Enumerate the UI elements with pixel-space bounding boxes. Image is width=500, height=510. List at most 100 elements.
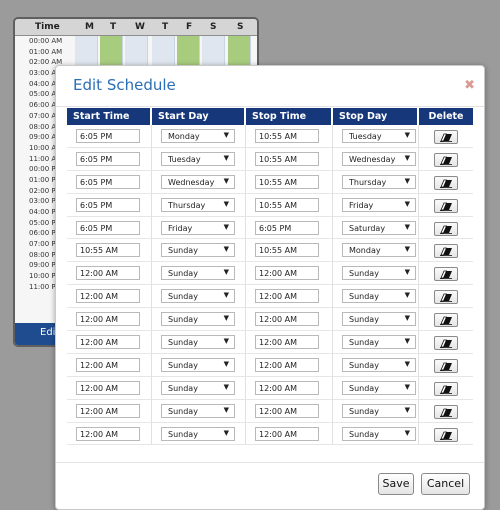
stop-day-cell: Wednesday ▼ <box>333 147 419 171</box>
start-time-input[interactable]: 6:05 PM <box>76 197 140 212</box>
delete-row-button[interactable] <box>434 358 458 373</box>
delete-cell <box>419 331 473 354</box>
start-day-value: Wednesday <box>168 177 215 187</box>
stop-day-value: Sunday <box>349 292 379 302</box>
schedule-grid-cell[interactable] <box>125 46 148 58</box>
start-day-select[interactable]: Wednesday ▼ <box>161 174 235 189</box>
stop-day-select[interactable]: Sunday ▼ <box>342 357 416 372</box>
start-day-select[interactable]: Sunday ▼ <box>161 426 235 441</box>
stop-time-input[interactable]: 12:00 AM <box>255 357 319 372</box>
stop-day-select[interactable]: Sunday ▼ <box>342 426 416 441</box>
stop-day-cell: Sunday ▼ <box>333 285 419 309</box>
stop-time-input[interactable]: 12:00 AM <box>255 380 319 395</box>
start-day-select[interactable]: Sunday ▼ <box>161 334 235 349</box>
start-time-input[interactable]: 12:00 AM <box>76 426 140 441</box>
eraser-icon <box>440 316 452 326</box>
schedule-grid-cell[interactable] <box>177 36 200 47</box>
schedule-grid-cell[interactable] <box>152 36 175 47</box>
start-time-input[interactable]: 12:00 AM <box>76 266 140 281</box>
schedule-grid-cell[interactable] <box>202 36 225 47</box>
start-time-input[interactable]: 6:05 PM <box>76 151 140 166</box>
stop-time-input[interactable]: 12:00 AM <box>255 403 319 418</box>
chevron-down-icon: ▼ <box>404 405 410 414</box>
start-day-select[interactable]: Friday ▼ <box>161 220 235 235</box>
stop-time-input[interactable]: 12:00 AM <box>255 266 319 281</box>
stop-day-select[interactable]: Sunday ▼ <box>342 403 416 418</box>
stop-day-value: Monday <box>349 246 381 256</box>
schedule-grid-cell[interactable] <box>125 36 148 47</box>
schedule-grid-cell[interactable] <box>100 36 123 47</box>
start-time-input[interactable]: 12:00 AM <box>76 380 140 395</box>
stop-time-input[interactable]: 12:00 AM <box>255 334 319 349</box>
start-time-input[interactable]: 12:00 AM <box>76 403 140 418</box>
stop-day-select[interactable]: Sunday ▼ <box>342 289 416 304</box>
delete-row-button[interactable] <box>434 404 458 419</box>
start-day-select[interactable]: Sunday ▼ <box>161 357 235 372</box>
delete-row-button[interactable] <box>434 244 458 259</box>
schedule-grid-cell[interactable] <box>75 36 98 47</box>
stop-day-select[interactable]: Sunday ▼ <box>342 334 416 349</box>
schedule-grid-cell[interactable] <box>228 36 251 47</box>
stop-time-input[interactable]: 10:55 AM <box>255 174 319 189</box>
stop-time-input[interactable]: 12:00 AM <box>255 426 319 441</box>
delete-row-button[interactable] <box>434 175 458 190</box>
schedule-row: 6:05 PM Thursday ▼ 10:55 AM Friday ▼ <box>67 193 473 217</box>
start-time-input[interactable]: 6:05 PM <box>76 128 140 143</box>
delete-row-button[interactable] <box>434 221 458 236</box>
schedule-grid-cell[interactable] <box>177 46 200 58</box>
day-header-sun: S <box>237 22 244 32</box>
delete-row-button[interactable] <box>434 152 458 167</box>
stop-day-select[interactable]: Sunday ▼ <box>342 380 416 395</box>
start-time-input[interactable]: 12:00 AM <box>76 357 140 372</box>
schedule-grid-cell[interactable] <box>202 46 225 58</box>
delete-row-button[interactable] <box>434 335 458 350</box>
delete-row-button[interactable] <box>434 198 458 213</box>
stop-day-select[interactable]: Sunday ▼ <box>342 266 416 281</box>
stop-time-input[interactable]: 12:00 AM <box>255 312 319 327</box>
start-day-select[interactable]: Sunday ▼ <box>161 289 235 304</box>
cancel-button[interactable]: Cancel <box>421 473 470 495</box>
schedule-grid-row: 01:00 AM <box>15 46 257 58</box>
start-time-input[interactable]: 12:00 AM <box>76 312 140 327</box>
stop-time-input[interactable]: 12:00 AM <box>255 289 319 304</box>
stop-time-input[interactable]: 10:55 AM <box>255 243 319 258</box>
stop-day-select[interactable]: Thursday ▼ <box>342 174 416 189</box>
schedule-grid-cell[interactable] <box>100 46 123 58</box>
stop-day-select[interactable]: Saturday ▼ <box>342 220 416 235</box>
stop-day-select[interactable]: Monday ▼ <box>342 243 416 258</box>
schedule-row: 6:05 PM Friday ▼ 6:05 PM Saturday ▼ <box>67 216 473 240</box>
start-day-select[interactable]: Sunday ▼ <box>161 312 235 327</box>
start-time-input[interactable]: 6:05 PM <box>76 220 140 235</box>
schedule-grid-cell[interactable] <box>152 46 175 58</box>
stop-day-select[interactable]: Wednesday ▼ <box>342 151 416 166</box>
schedule-grid-cell[interactable] <box>75 46 98 58</box>
delete-row-button[interactable] <box>434 313 458 328</box>
close-icon[interactable]: ✖ <box>464 78 475 93</box>
stop-day-select[interactable]: Friday ▼ <box>342 197 416 212</box>
schedule-grid-cell[interactable] <box>228 46 251 58</box>
start-day-select[interactable]: Sunday ▼ <box>161 266 235 281</box>
delete-row-button[interactable] <box>434 129 458 144</box>
stop-time-input[interactable]: 10:55 AM <box>255 128 319 143</box>
start-day-select[interactable]: Sunday ▼ <box>161 403 235 418</box>
delete-row-button[interactable] <box>434 290 458 305</box>
stop-day-select[interactable]: Sunday ▼ <box>342 312 416 327</box>
start-time-input[interactable]: 10:55 AM <box>76 243 140 258</box>
start-day-select[interactable]: Sunday ▼ <box>161 243 235 258</box>
start-day-select[interactable]: Tuesday ▼ <box>161 151 235 166</box>
stop-day-select[interactable]: Tuesday ▼ <box>342 128 416 143</box>
start-time-input[interactable]: 6:05 PM <box>76 174 140 189</box>
start-time-input[interactable]: 12:00 AM <box>76 334 140 349</box>
delete-row-button[interactable] <box>434 381 458 396</box>
stop-time-input[interactable]: 10:55 AM <box>255 151 319 166</box>
start-time-cell: 12:00 AM <box>67 399 152 423</box>
save-button[interactable]: Save <box>378 473 414 495</box>
start-day-select[interactable]: Monday ▼ <box>161 128 235 143</box>
stop-time-input[interactable]: 10:55 AM <box>255 197 319 212</box>
start-day-select[interactable]: Thursday ▼ <box>161 197 235 212</box>
delete-row-button[interactable] <box>434 267 458 282</box>
delete-row-button[interactable] <box>434 427 458 442</box>
start-day-select[interactable]: Sunday ▼ <box>161 380 235 395</box>
start-time-input[interactable]: 12:00 AM <box>76 289 140 304</box>
stop-time-input[interactable]: 6:05 PM <box>255 220 319 235</box>
